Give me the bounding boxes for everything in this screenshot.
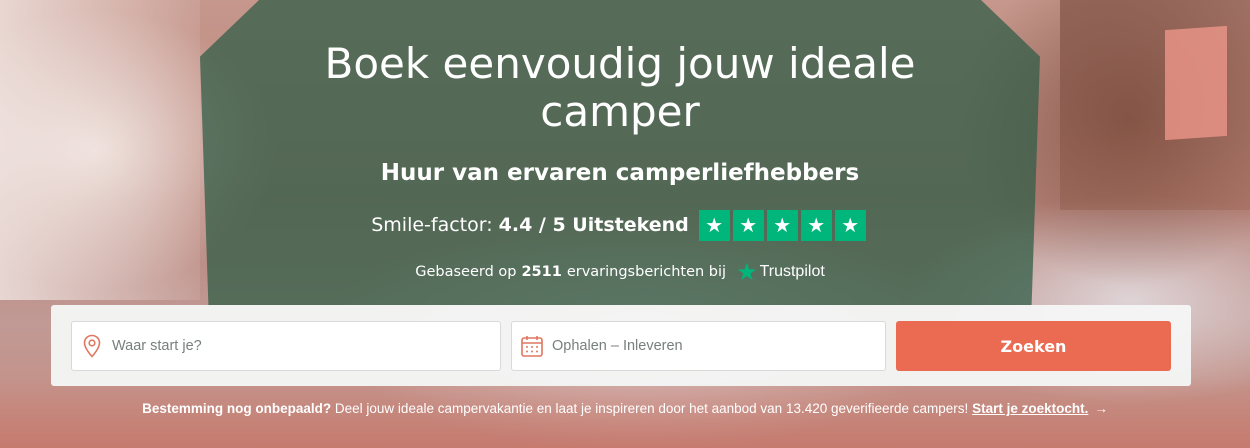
inspiration-lead: Bestemming nog onbepaald?: [142, 401, 332, 416]
arrow-right-icon: →: [1094, 401, 1108, 416]
star-icon: ★: [800, 209, 832, 241]
inspiration-line: Bestemming nog onbepaald? Deel jouw idea…: [0, 401, 1250, 416]
rating-label: Smile-factor:: [371, 214, 493, 236]
trustpilot-logo[interactable]: ★ Trustpilot: [736, 260, 825, 284]
rating-score: 4.4 / 5 Uitstekend: [498, 214, 689, 236]
location-input[interactable]: Waar start je?: [71, 321, 501, 371]
reviews-line: Gebaseerd op 2511 ervaringsberichten bij…: [300, 259, 940, 285]
trustpilot-label: Trustpilot: [759, 263, 825, 280]
rating-stars: ★ ★ ★ ★ ★: [698, 209, 869, 241]
inspiration-text: Deel jouw ideale campervakantie en laat …: [334, 401, 969, 416]
map-pin-icon: [72, 334, 112, 358]
search-panel: Waar start je? Ophalen – Inleveren Zoeke…: [51, 305, 1191, 386]
rating-line: Smile-factor: 4.4 / 5 Uitstekend ★ ★ ★ ★…: [300, 209, 940, 241]
star-icon: ★: [834, 209, 866, 241]
location-placeholder: Waar start je?: [112, 338, 202, 354]
reviews-prefix: Gebaseerd op: [415, 264, 517, 280]
star-icon: ★: [732, 209, 764, 241]
reviews-count: 2511: [521, 264, 562, 280]
background-book: [1165, 25, 1227, 141]
background-window: [0, 0, 200, 300]
star-icon: ★: [766, 209, 798, 241]
reviews-suffix: ervaringsberichten bij: [566, 264, 727, 280]
start-search-link[interactable]: Start je zoektocht.: [972, 401, 1088, 416]
hero-subtitle: Huur van ervaren camperliefhebbers: [380, 160, 860, 186]
calendar-icon: [512, 334, 552, 358]
trustpilot-star-icon: ★: [736, 258, 758, 286]
date-range-input[interactable]: Ophalen – Inleveren: [511, 321, 886, 371]
hero-title: Boek eenvoudig jouw ideale camper: [324, 39, 916, 136]
search-button[interactable]: Zoeken: [896, 321, 1171, 371]
star-icon: ★: [698, 209, 730, 241]
dates-placeholder: Ophalen – Inleveren: [552, 338, 683, 354]
